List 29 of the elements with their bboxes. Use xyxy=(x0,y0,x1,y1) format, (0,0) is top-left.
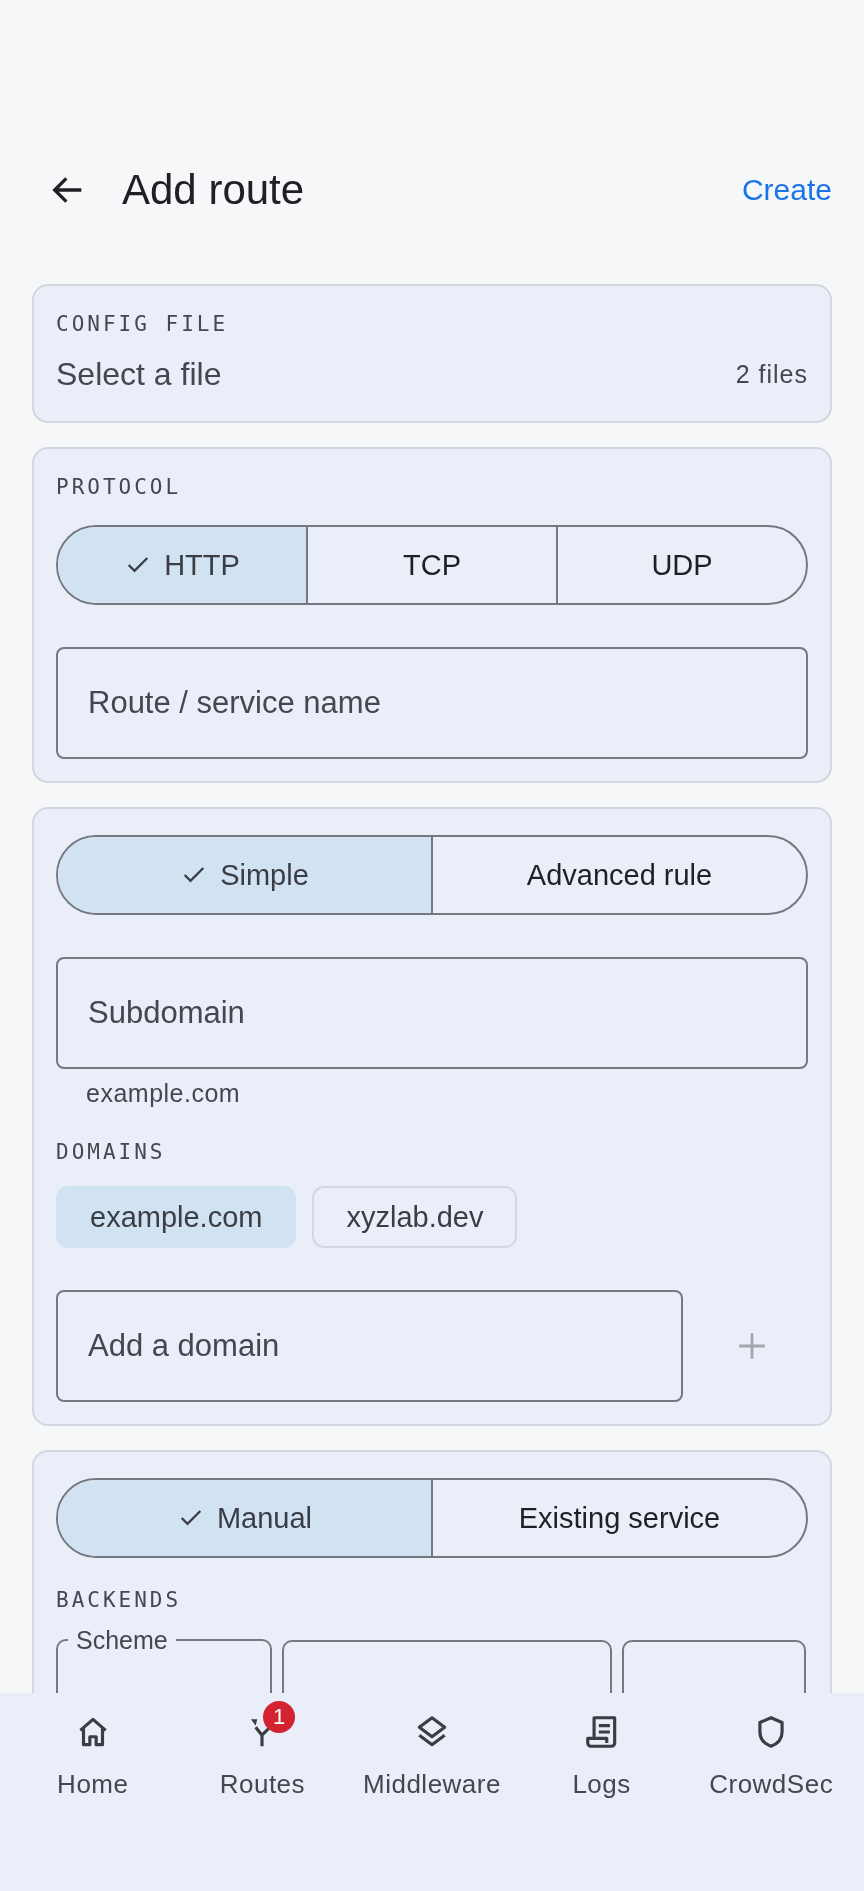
nav-tab[interactable]: Middleware xyxy=(347,1693,517,1891)
domain-chip[interactable]: example.com xyxy=(56,1186,297,1248)
nav-tab[interactable]: 1 Routes xyxy=(177,1693,348,1891)
helper-text: example.com xyxy=(86,1079,242,1108)
route-name-field[interactable]: Route / service name xyxy=(56,647,808,759)
segment-option[interactable]: Simple xyxy=(58,837,431,913)
create-button[interactable]: Create xyxy=(741,173,832,207)
segment-option[interactable]: Manual xyxy=(58,1480,431,1556)
section-label: PROTOCOL xyxy=(56,475,183,499)
segment-option[interactable]: TCP xyxy=(306,527,556,603)
domain-chip[interactable]: xyzlab.dev xyxy=(312,1186,518,1248)
section-label: CONFIG FILE xyxy=(56,312,230,336)
segment-option[interactable]: UDP xyxy=(556,527,806,603)
nav-tab[interactable]: Home xyxy=(8,1693,178,1891)
segment-option[interactable]: Advanced rule xyxy=(431,837,806,913)
file-count: 2 files xyxy=(735,360,808,389)
add-domain-field[interactable]: Add a domain xyxy=(56,1290,683,1402)
config-file-card[interactable]: CONFIG FILE Select a file 2 files xyxy=(32,284,832,423)
section-label: BACKENDS xyxy=(56,1588,183,1612)
section-label: DOMAINS xyxy=(56,1140,167,1164)
notification-badge: 1 xyxy=(263,1701,296,1733)
subdomain-field[interactable]: Subdomain xyxy=(56,957,808,1069)
page-title: Add route xyxy=(122,166,306,214)
file-select-placeholder: Select a file xyxy=(56,356,222,393)
nav-tab[interactable]: Logs xyxy=(516,1693,687,1891)
nav-tab[interactable]: CrowdSec xyxy=(686,1693,856,1891)
field-label: Scheme xyxy=(75,1626,169,1654)
segment-option[interactable]: Existing service xyxy=(431,1480,806,1556)
segment-option[interactable]: HTTP xyxy=(58,527,306,603)
